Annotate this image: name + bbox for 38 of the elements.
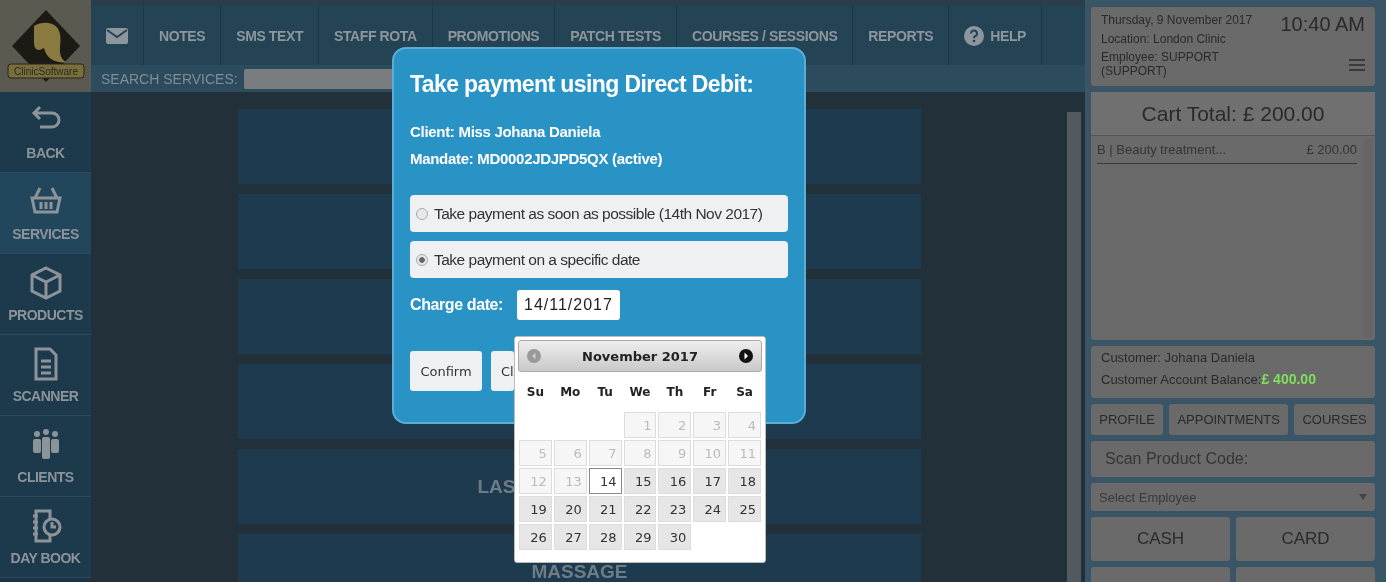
dialog-title: Take payment using Direct Debit:: [410, 71, 755, 98]
weekday-label: Tu: [596, 384, 614, 401]
calendar-day: 4: [728, 412, 761, 438]
mandate-text: Mandate: MD0002JDJPD5QX (active): [410, 149, 664, 169]
calendar-day: 2: [658, 412, 692, 438]
option-label: Take payment on a specific date: [434, 250, 640, 269]
customer-name: Customer: Johana Daniela: [1101, 350, 1256, 365]
charge-date-label: Charge date:: [410, 296, 503, 314]
calendar-day: 1: [623, 412, 657, 438]
calendar-day: 7: [588, 440, 622, 466]
weekday-label: Fr: [702, 384, 718, 401]
weekday-label: Sa: [735, 384, 754, 401]
search-label: SEARCH SERVICES:: [101, 70, 238, 87]
option-label: Take payment as soon as possible (14th Nov 2017): [434, 204, 763, 223]
help-label: HELP: [990, 27, 1026, 44]
calendar-day: 13: [553, 468, 587, 494]
calendar-day: 10: [693, 440, 727, 466]
clock-time: 10:40 AM: [1280, 13, 1365, 37]
weekday-label: We: [628, 384, 652, 401]
account-balance: Customer Account Balance:£ 400.00: [1101, 371, 1317, 387]
calendar-day: 11: [728, 440, 761, 466]
calendar-day: 8: [623, 440, 657, 466]
weekday-label: Mo: [559, 384, 582, 401]
date-text: Thursday, 9 November 2017: [1101, 13, 1254, 29]
client-text: Client: Miss Johana Daniela: [410, 122, 602, 142]
calendar-day: 5: [519, 440, 552, 466]
employee-text: Employee: SUPPORT (SUPPORT): [1101, 50, 1220, 80]
cart-total: Cart Total: £ 200.00: [1091, 92, 1375, 136]
calendar-day: 9: [658, 440, 692, 466]
calendar-day: 3: [693, 412, 727, 438]
month-title: November 2017: [582, 348, 698, 364]
tile-label: LAS: [477, 475, 516, 498]
calendar-day: 12: [519, 468, 552, 494]
location-text: Location: London Clinic: [1101, 31, 1227, 48]
weekday-label: Su: [525, 384, 545, 401]
tile-label: MASSAGE: [531, 560, 628, 582]
weekday-label: Th: [665, 384, 685, 401]
calendar-day: 6: [553, 440, 587, 466]
